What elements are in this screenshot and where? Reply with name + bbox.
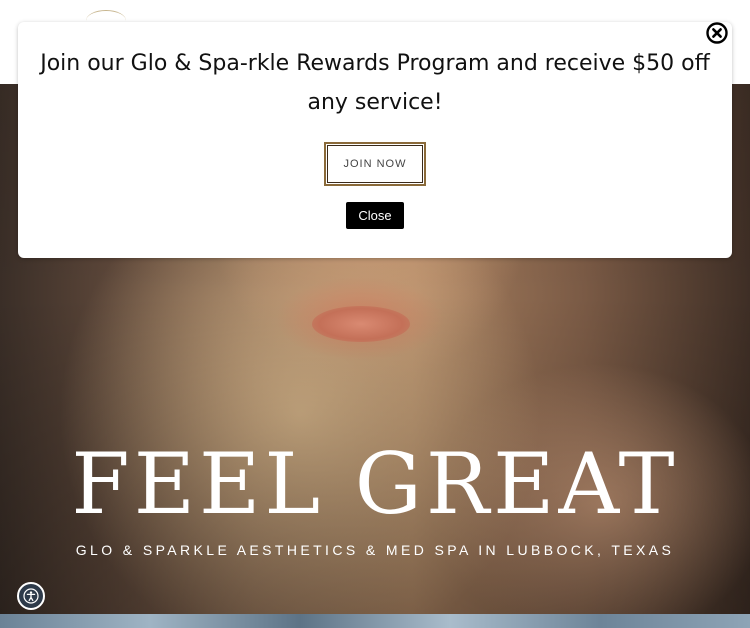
- close-icon[interactable]: [706, 22, 728, 44]
- hero-image-detail: [312, 306, 410, 342]
- join-now-button[interactable]: JOIN NOW: [324, 142, 426, 186]
- rewards-popup: Join our Glo & Spa-rkle Rewards Program …: [18, 22, 732, 258]
- close-button[interactable]: Close: [346, 202, 404, 229]
- decorative-strip: [0, 614, 750, 628]
- hero-title: FEEL GREAT: [71, 435, 679, 533]
- accessibility-button[interactable]: [17, 582, 45, 610]
- accessibility-icon: [23, 588, 39, 604]
- hero-subtitle: GLO & SPARKLE AESTHETICS & MED SPA IN LU…: [75, 542, 675, 558]
- popup-message: Join our Glo & Spa-rkle Rewards Program …: [40, 51, 710, 115]
